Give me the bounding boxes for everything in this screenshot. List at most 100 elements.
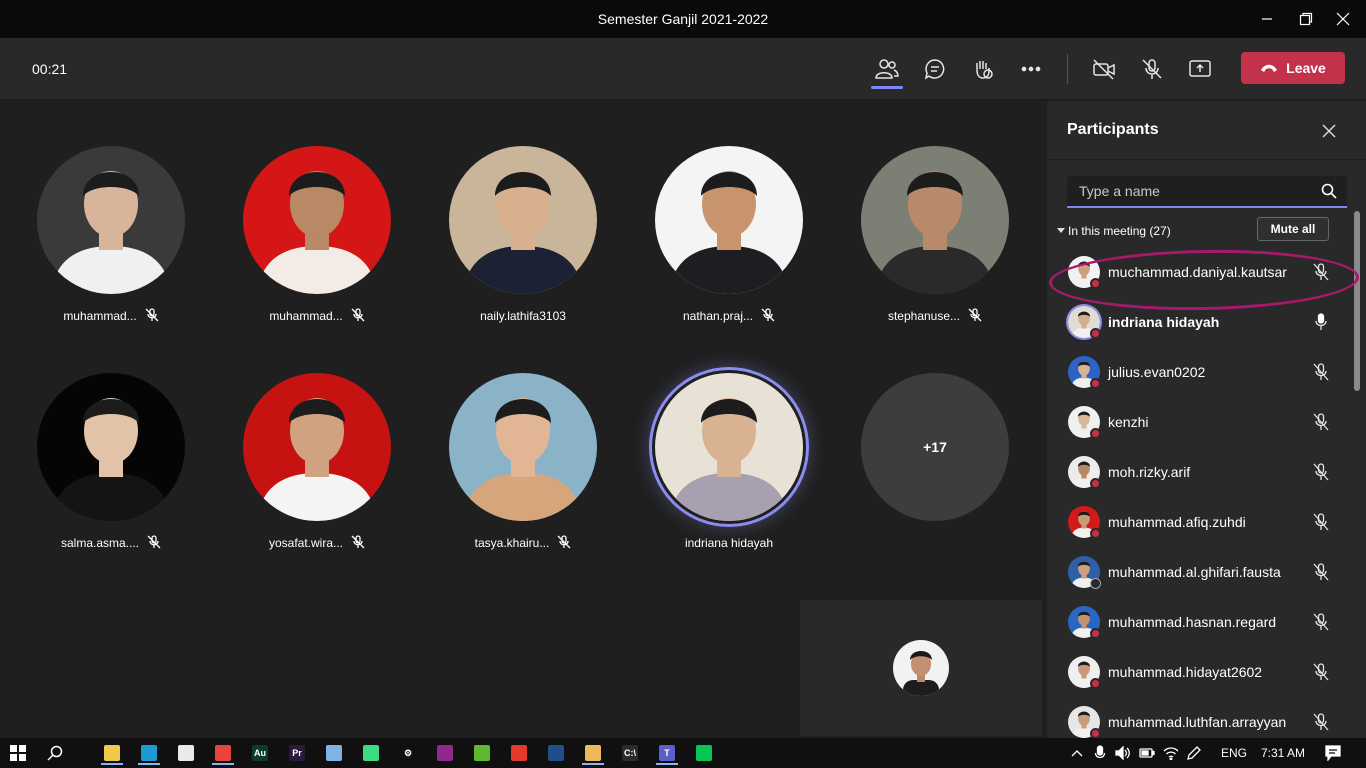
teams-taskbar-button[interactable]: T (653, 741, 681, 765)
participant-tile[interactable]: naily.lathifa3103 (433, 146, 613, 346)
close-panel-button[interactable] (1319, 121, 1339, 141)
acrobat-taskbar-button[interactable] (505, 741, 533, 765)
start-button[interactable] (4, 741, 32, 765)
chrome-icon (215, 745, 231, 761)
participant-tile[interactable]: tasya.khairu... (433, 373, 613, 573)
mic-off-icon (968, 307, 982, 325)
store-taskbar-button[interactable] (172, 741, 200, 765)
share-button[interactable] (1183, 52, 1217, 86)
participant-tile[interactable]: muhammad... (227, 146, 407, 346)
leave-button[interactable]: Leave (1241, 52, 1345, 84)
utorrent-taskbar-button[interactable] (468, 741, 496, 765)
participant-avatar (449, 373, 597, 521)
mic-off-icon[interactable] (1311, 412, 1331, 432)
show-hidden-icons-button[interactable] (1069, 745, 1085, 761)
pen-icon (1187, 746, 1201, 760)
participant-name: muhammad.afiq.zuhdi (1108, 514, 1246, 530)
participant-list-scrollbar[interactable] (1354, 211, 1360, 391)
participant-list-item[interactable]: moh.rizky.arif (1047, 447, 1352, 497)
participant-tile[interactable]: muhammad... (21, 146, 201, 346)
overflow-tile[interactable]: +17 (845, 373, 1025, 573)
participant-name: indriana hidayah (684, 536, 774, 550)
participant-tile[interactable]: stephanuse... (845, 146, 1025, 346)
audition-icon: Au (252, 745, 268, 761)
winrar-icon (437, 745, 453, 761)
microphone-tray-icon[interactable] (1092, 745, 1108, 761)
mic-off-icon[interactable] (1311, 612, 1331, 632)
video-stage: muhammad... muhammad... naily.lathifa3103 n… (0, 101, 1046, 738)
participant-list: muchammad.daniyal.kautsar indriana hidaya… (1047, 247, 1352, 747)
settings-taskbar-button[interactable]: ⚙ (394, 741, 422, 765)
more-icon (1021, 66, 1041, 72)
participant-tile[interactable]: indriana hidayah (639, 367, 819, 573)
store-icon (178, 745, 194, 761)
in-meeting-count: In this meeting (27) (1068, 224, 1171, 238)
participant-avatar (655, 146, 803, 294)
battery-tray-icon[interactable] (1139, 745, 1155, 761)
premiere-taskbar-button[interactable]: Pr (283, 741, 311, 765)
participant-list-item[interactable]: muhammad.hidayat2602 (1047, 647, 1352, 697)
participant-list-item[interactable]: muhammad.al.ghifari.fausta (1047, 547, 1352, 597)
android-studio-taskbar-button[interactable] (357, 741, 385, 765)
participant-list-item[interactable]: julius.evan0202 (1047, 347, 1352, 397)
mic-off-icon[interactable] (1311, 362, 1331, 382)
close-window-button[interactable] (1320, 0, 1366, 38)
participant-name: yosafat.wira... (268, 536, 344, 550)
mic-off-icon[interactable] (1311, 662, 1331, 682)
line-taskbar-button[interactable] (690, 741, 718, 765)
participant-tile[interactable]: yosafat.wira... (227, 373, 407, 573)
participant-tile[interactable]: nathan.praj... (639, 146, 819, 346)
notifications-button[interactable] (1325, 745, 1341, 761)
cmd-taskbar-button[interactable]: C:\ (616, 741, 644, 765)
participant-tile-name: muhammad... (21, 306, 201, 326)
camera-toggle-button[interactable] (1087, 52, 1121, 86)
participant-search[interactable] (1067, 176, 1347, 208)
participants-button[interactable] (870, 52, 904, 86)
participant-name: muhammad... (269, 309, 343, 323)
file-explorer-icon (104, 745, 120, 761)
powershell-taskbar-button[interactable] (542, 741, 570, 765)
participant-search-input[interactable] (1067, 183, 1307, 199)
volume-tray-icon[interactable] (1115, 745, 1131, 761)
participant-tile[interactable]: salma.asma.... (21, 373, 201, 573)
paint-taskbar-button[interactable] (579, 741, 607, 765)
mic-toggle-button[interactable] (1135, 52, 1169, 86)
more-actions-button[interactable] (1014, 52, 1048, 86)
mic-off-icon[interactable] (1311, 562, 1331, 582)
running-indicator (101, 763, 123, 765)
clock[interactable]: 7:31 AM (1261, 738, 1305, 768)
mic-off-icon[interactable] (1311, 512, 1331, 532)
wifi-tray-icon[interactable] (1163, 745, 1179, 761)
settings-icon: ⚙ (400, 745, 416, 761)
participant-list-item[interactable]: kenzhi (1047, 397, 1352, 447)
mic-off-icon (557, 534, 571, 552)
participant-list-item[interactable]: muhammad.afiq.zuhdi (1047, 497, 1352, 547)
mute-all-button[interactable]: Mute all (1257, 217, 1329, 241)
file-explorer-taskbar-button[interactable] (98, 741, 126, 765)
presence-status-badge (1090, 528, 1101, 539)
audition-taskbar-button[interactable]: Au (246, 741, 274, 765)
search-taskbar-button[interactable] (41, 741, 69, 765)
mic-off-icon[interactable] (1311, 712, 1331, 732)
self-view[interactable] (800, 600, 1042, 736)
caret-down-icon (1054, 219, 1068, 243)
reactions-button[interactable] (966, 52, 1000, 86)
self-avatar (893, 640, 949, 696)
chrome-taskbar-button[interactable] (209, 741, 237, 765)
participant-list-item[interactable]: muhammad.hasnan.regard (1047, 597, 1352, 647)
participant-name: muhammad.al.ghifari.fausta (1108, 564, 1281, 580)
mic-off-icon (147, 534, 161, 552)
edge-taskbar-button[interactable] (135, 741, 163, 765)
winrar-taskbar-button[interactable] (431, 741, 459, 765)
mic-on-icon[interactable] (1311, 312, 1331, 332)
pen-tray-icon[interactable] (1186, 745, 1202, 761)
people-icon (875, 59, 899, 79)
language-indicator[interactable]: ENG (1221, 738, 1247, 768)
participant-tile-name: salma.asma.... (21, 533, 201, 553)
mic-off-icon[interactable] (1311, 462, 1331, 482)
search-icon[interactable] (1321, 183, 1337, 204)
chat-button[interactable] (918, 52, 952, 86)
notepad-taskbar-button[interactable] (320, 741, 348, 765)
participant-tile-name: yosafat.wira... (227, 533, 407, 553)
mic-off-icon (351, 534, 365, 552)
